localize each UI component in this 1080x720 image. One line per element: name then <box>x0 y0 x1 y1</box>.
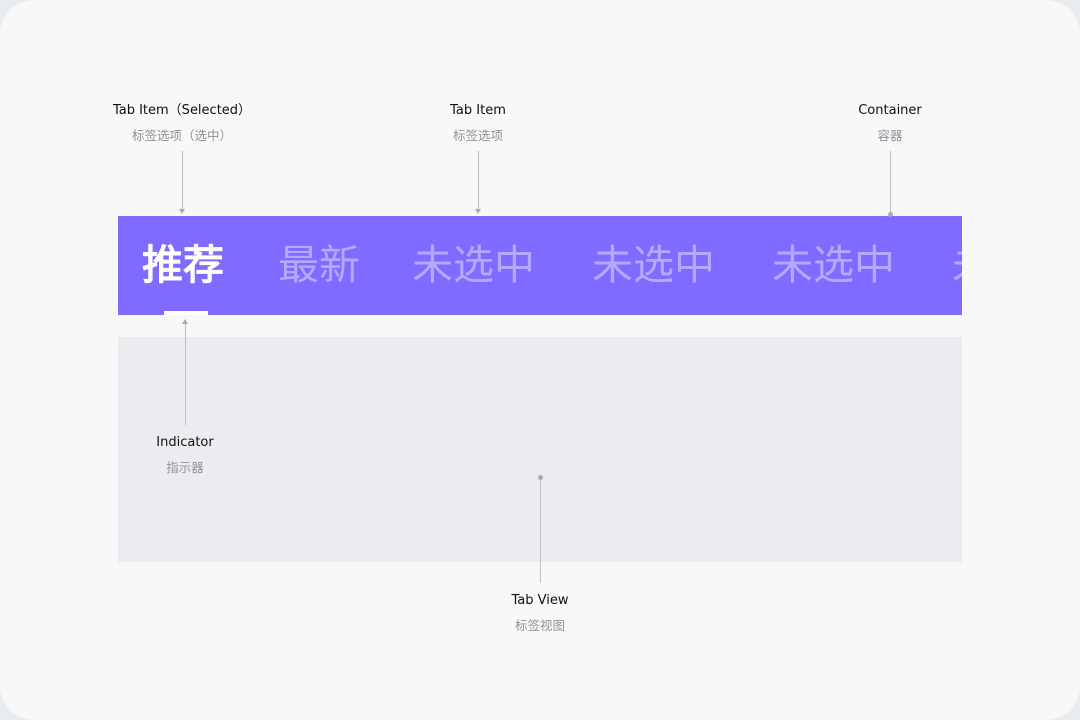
callout-tab-view: Tab View 标签视图 <box>490 593 590 634</box>
diagram-canvas: Tab Item（Selected） 标签选项（选中） Tab Item 标签选… <box>0 0 1080 720</box>
tab-selected[interactable]: 推荐 <box>142 216 224 315</box>
leader-line <box>185 324 186 425</box>
callout-title: Indicator <box>156 435 214 450</box>
tab-bar-container: 推荐 最新 未选中 未选中 未选中 未选中 <box>118 216 962 315</box>
callout-subtitle: 标签选项 <box>452 128 503 143</box>
callout-title: Tab Item（Selected） <box>112 103 252 118</box>
callout-title: Tab View <box>511 593 569 608</box>
callout-title: Container <box>858 103 922 118</box>
leader-line <box>890 151 891 213</box>
tab-item[interactable]: 未选中 <box>412 216 535 315</box>
arrow-down-icon <box>179 209 185 214</box>
callout-indicator: Indicator 指示器 <box>140 435 230 476</box>
tab-indicator <box>164 311 208 315</box>
tab-item[interactable]: 最新 <box>278 216 360 315</box>
callout-subtitle: 标签视图 <box>514 618 565 633</box>
callout-subtitle: 标签选项（选中） <box>131 128 232 143</box>
leader-line <box>182 151 183 209</box>
tab-item[interactable]: 未选中 <box>952 216 962 315</box>
callout-container: Container 容器 <box>840 103 940 144</box>
leader-line <box>540 480 541 583</box>
callout-subtitle: 容器 <box>877 128 903 143</box>
leader-line <box>478 151 479 209</box>
arrow-down-icon <box>475 209 481 214</box>
tab-item[interactable]: 未选中 <box>592 216 715 315</box>
tab-item[interactable]: 未选中 <box>772 216 895 315</box>
anchor-dot-icon <box>888 212 893 217</box>
callout-tab-item: Tab Item 标签选项 <box>418 103 538 144</box>
callout-subtitle: 指示器 <box>166 460 204 475</box>
callout-title: Tab Item <box>450 103 506 118</box>
callout-tab-item-selected: Tab Item（Selected） 标签选项（选中） <box>108 103 256 144</box>
